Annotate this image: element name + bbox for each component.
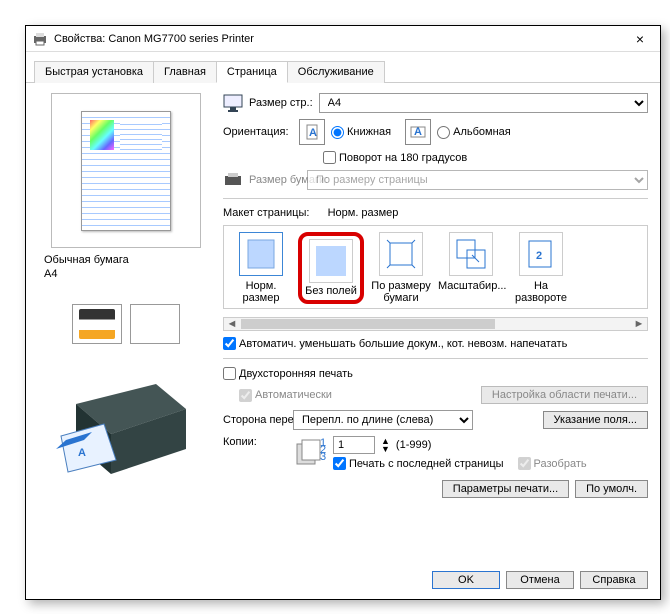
preview-paper-type: Обычная бумага — [38, 248, 129, 268]
tab-main[interactable]: Главная — [153, 61, 217, 83]
tab-strip: Быстрая установка Главная Страница Обслу… — [26, 52, 660, 83]
tray-thumb-1[interactable] — [72, 304, 122, 344]
copies-icon: 123 — [293, 436, 327, 468]
help-button[interactable]: Справка — [580, 571, 648, 589]
binding-label: Сторона переплета: — [223, 414, 287, 426]
svg-text:2: 2 — [536, 250, 542, 262]
svg-text:A: A — [78, 447, 86, 459]
tab-page[interactable]: Страница — [216, 61, 288, 83]
layout-normal[interactable]: Норм. размер — [228, 232, 294, 304]
preview-page — [81, 111, 171, 231]
margin-button[interactable]: Указание поля... — [543, 411, 648, 429]
layout-nup[interactable]: 2На развороте — [508, 232, 574, 304]
print-params-button[interactable]: Параметры печати... — [442, 480, 569, 498]
print-area-button: Настройка области печати... — [481, 386, 648, 404]
titlebar: Свойства: Canon MG7700 series Printer × — [26, 26, 660, 52]
svg-text:A: A — [309, 127, 317, 139]
tray-thumb-2[interactable] — [130, 304, 180, 344]
layout-options: Норм. размер Без полей По размеру бумаги… — [223, 225, 648, 309]
window-title: Свойства: Canon MG7700 series Printer — [54, 33, 626, 45]
svg-text:A: A — [414, 126, 422, 138]
layout-fit[interactable]: По размеру бумаги — [368, 232, 434, 304]
orientation-landscape[interactable]: Альбомная — [437, 126, 511, 139]
layout-borderless[interactable]: Без полей — [298, 232, 364, 304]
page-size-label: Размер стр.: — [249, 97, 313, 109]
landscape-icon: A — [405, 119, 431, 145]
collate-check: Разобрать — [518, 457, 587, 470]
orientation-label: Ориентация: — [223, 126, 293, 138]
layout-scale[interactable]: Масштабир... — [438, 232, 504, 304]
duplex-auto-check: Автоматически — [239, 389, 332, 402]
preview-pane — [51, 93, 201, 248]
printer-icon — [32, 31, 48, 47]
copies-label: Копии: — [223, 436, 287, 448]
paper-size-label: Размер бумаги: — [249, 174, 301, 186]
tab-maintenance[interactable]: Обслуживание — [287, 61, 385, 83]
close-button[interactable]: × — [626, 31, 654, 47]
duplex-check[interactable]: Двухсторонняя печать — [223, 367, 640, 380]
rotate-180-check[interactable]: Поворот на 180 градусов — [323, 151, 467, 164]
portrait-icon: A — [299, 119, 325, 145]
svg-text:3: 3 — [320, 451, 326, 463]
preview-paper-size: A4 — [38, 268, 57, 282]
printer-small-icon — [223, 171, 243, 189]
copies-range: (1-999) — [396, 439, 431, 451]
monitor-icon — [223, 94, 243, 112]
copies-input[interactable] — [333, 436, 375, 454]
page-size-select[interactable]: A4 — [319, 93, 648, 113]
printer-illustration: A — [56, 364, 196, 484]
defaults-button[interactable]: По умолч. — [575, 480, 648, 498]
ok-button[interactable]: OK — [432, 571, 500, 589]
paper-size-select: По размеру страницы — [307, 170, 648, 190]
cancel-button[interactable]: Отмена — [506, 571, 574, 589]
orientation-portrait[interactable]: Книжная — [331, 126, 391, 139]
layout-label: Макет страницы: — [223, 207, 309, 219]
tab-quick[interactable]: Быстрая установка — [34, 61, 154, 83]
layout-scrollbar[interactable]: ◄► — [223, 317, 648, 331]
print-last-first-check[interactable]: Печать с последней страницы — [333, 457, 504, 470]
layout-current: Норм. размер — [328, 207, 399, 219]
binding-select[interactable]: Перепл. по длине (слева) — [293, 410, 473, 430]
dialog-window: Свойства: Canon MG7700 series Printer × … — [25, 25, 661, 600]
auto-reduce-check[interactable]: Автоматич. уменьшать большие докум., кот… — [223, 337, 640, 350]
